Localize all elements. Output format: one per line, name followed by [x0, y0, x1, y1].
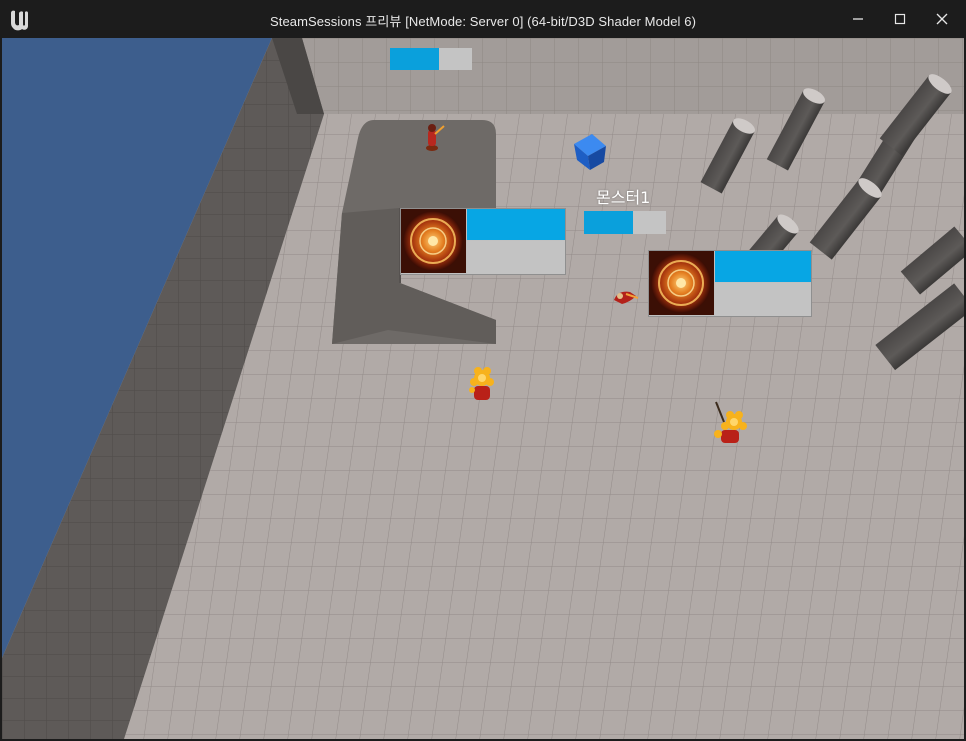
top-partial-hud [390, 38, 474, 72]
game-window: SteamSessions 프리뷰 [NetMode: Server 0] (6… [0, 0, 966, 741]
player-portrait [401, 209, 466, 273]
monster-name-label: 몬스터1 [596, 188, 651, 207]
maximize-button[interactable] [879, 0, 921, 38]
maximize-icon [894, 13, 906, 25]
monster-health-fill [584, 211, 634, 234]
player-mana-bar [467, 241, 565, 274]
minimize-button[interactable] [837, 0, 879, 38]
player-portrait [649, 251, 714, 315]
title-bar[interactable]: SteamSessions 프리뷰 [NetMode: Server 0] (6… [0, 0, 966, 38]
minimize-icon [853, 18, 863, 20]
player-health-bar [715, 251, 811, 282]
top-partial-health-fill [390, 48, 440, 70]
window-title: SteamSessions 프리뷰 [NetMode: Server 0] (6… [269, 14, 697, 29]
player-mana-bar [715, 283, 811, 316]
top-partial-health-bar [390, 48, 472, 70]
player-health-bar [467, 209, 565, 240]
game-viewport[interactable]: 몬스터1 [2, 38, 964, 739]
close-button[interactable] [921, 0, 963, 38]
player-status-panel [400, 208, 566, 275]
monster-health-bar [584, 211, 666, 234]
level-scene [2, 38, 964, 739]
medallion-portrait-icon [401, 209, 466, 273]
medallion-portrait-icon [649, 251, 714, 315]
player-status-panel [648, 250, 812, 317]
close-icon [936, 13, 948, 25]
